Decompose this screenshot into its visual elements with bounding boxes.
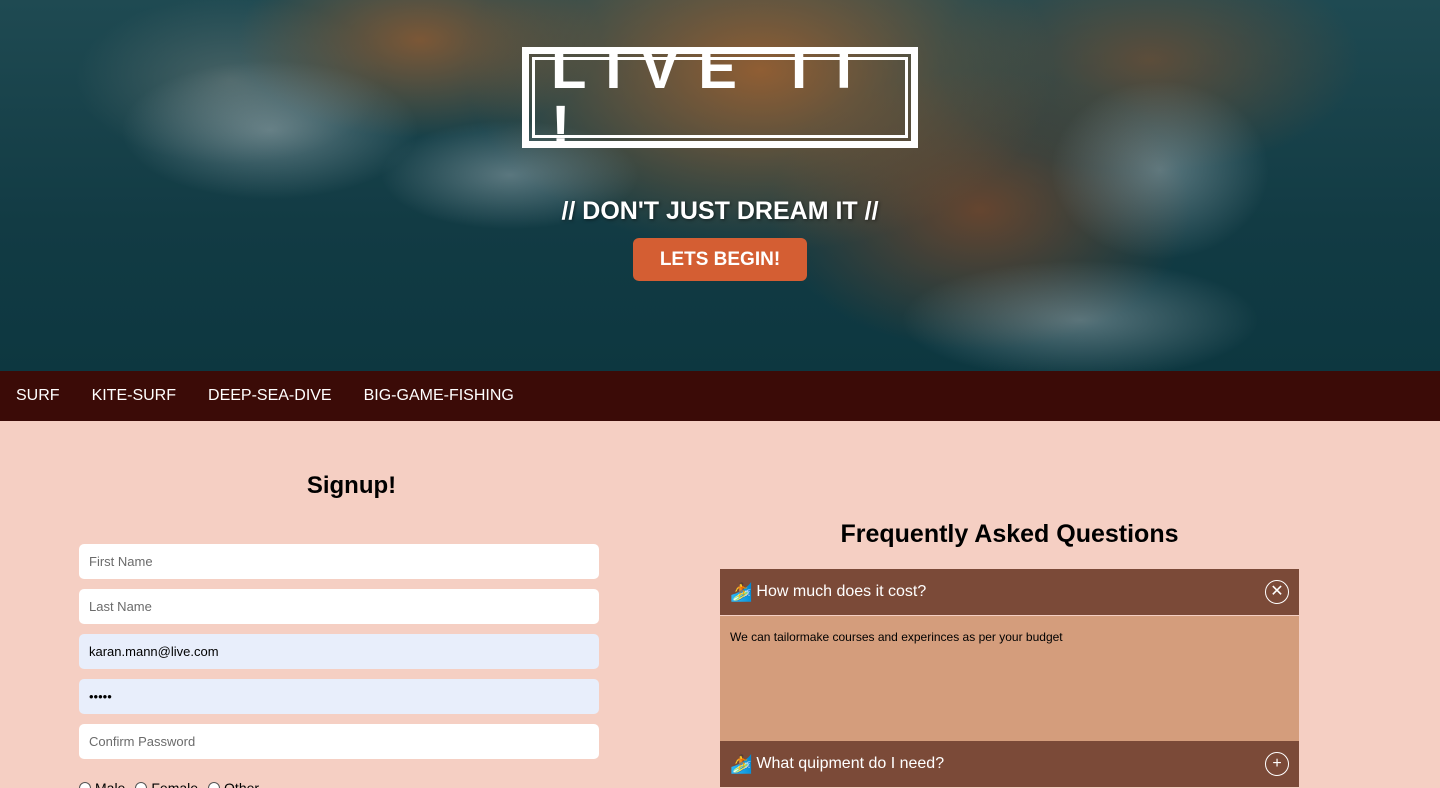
gender-option-male[interactable]: Male xyxy=(79,780,125,788)
gender-label: Female xyxy=(151,780,199,788)
faq-question-text: What quipment do I need? xyxy=(756,755,945,772)
nav-item-big-game-fishing[interactable]: BIG-GAME-FISHING xyxy=(364,387,514,405)
gender-option-female[interactable]: Female xyxy=(135,780,198,788)
nav-item-kite-surf[interactable]: KITE-SURF xyxy=(92,387,176,405)
faq-answer-cost: We can tailormake courses and experinces… xyxy=(720,616,1299,741)
surfer-icon: 🏄 xyxy=(730,581,753,602)
main-nav: SURF KITE-SURF DEEP-SEA-DIVE BIG-GAME-FI… xyxy=(0,371,1440,421)
gender-option-other[interactable]: Other xyxy=(208,780,259,788)
close-icon[interactable]: ✕ xyxy=(1265,580,1289,604)
foam-decoration xyxy=(120,60,420,200)
foam-decoration xyxy=(1050,80,1270,260)
hero-banner: LIVE IT ! // DON'T JUST DREAM IT // LETS… xyxy=(0,0,1440,371)
nav-item-deep-sea-dive[interactable]: DEEP-SEA-DIVE xyxy=(208,387,332,405)
hero-tagline: // DON'T JUST DREAM IT // xyxy=(561,197,879,225)
email-field[interactable] xyxy=(79,634,599,669)
site-logo: LIVE IT ! xyxy=(522,39,918,155)
faq-question-equipment[interactable]: 🏄 What quipment do I need? + xyxy=(720,741,1299,787)
first-name-field[interactable] xyxy=(79,544,599,579)
faq-question-cost[interactable]: 🏄 How much does it cost? ✕ xyxy=(720,569,1299,615)
logo-text: LIVE IT ! xyxy=(551,35,881,159)
signup-title: Signup! xyxy=(306,472,397,499)
faq-question-text: How much does it cost? xyxy=(756,583,927,600)
foam-decoration xyxy=(900,260,1260,371)
radio-icon[interactable] xyxy=(208,782,221,788)
faq-title: Frequently Asked Questions xyxy=(840,520,1179,548)
surfer-icon: 🏄 xyxy=(730,753,753,774)
last-name-field[interactable] xyxy=(79,589,599,624)
lets-begin-button[interactable]: LETS BEGIN! xyxy=(633,238,807,281)
radio-icon[interactable] xyxy=(79,782,91,788)
nav-item-surf[interactable]: SURF xyxy=(16,387,60,405)
gender-label: Other xyxy=(224,780,260,788)
confirm-password-field[interactable] xyxy=(79,724,599,759)
password-field[interactable] xyxy=(79,679,599,714)
gender-radio-group: Male Female Other xyxy=(79,780,259,788)
plus-icon[interactable]: + xyxy=(1265,752,1289,776)
gender-label: Male xyxy=(95,780,126,788)
radio-icon[interactable] xyxy=(135,782,148,788)
